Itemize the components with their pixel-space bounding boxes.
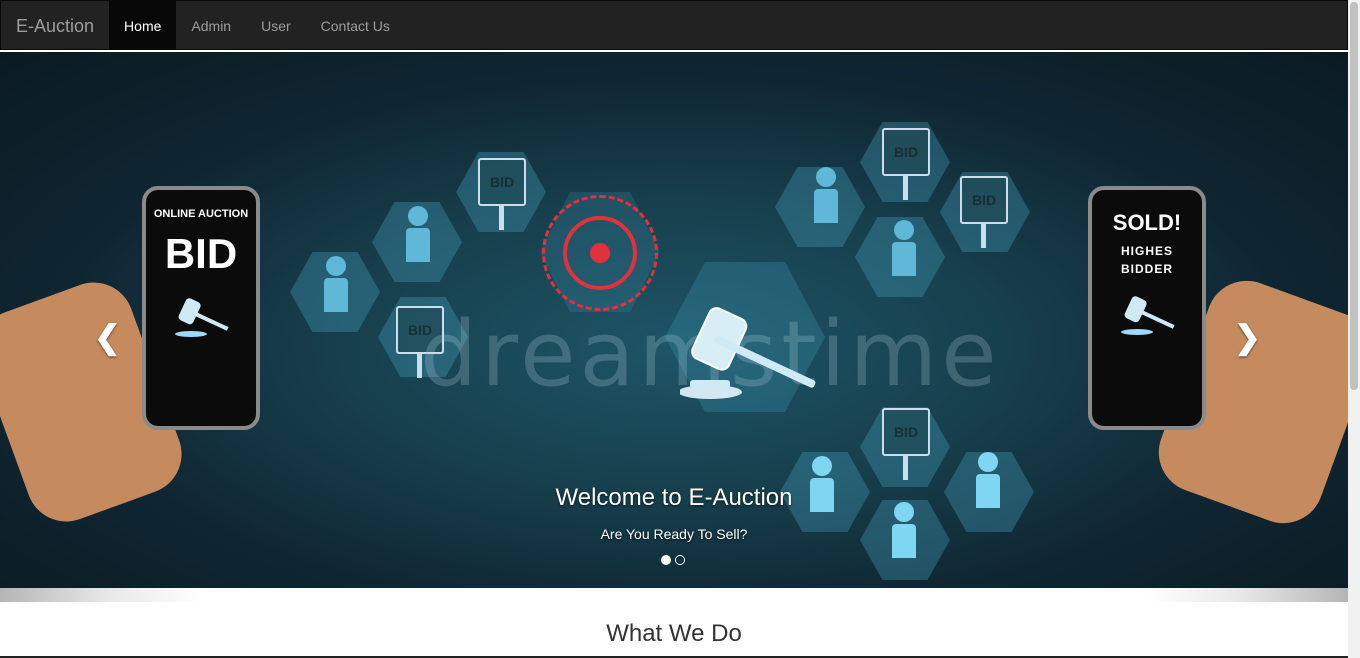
carousel-indicators bbox=[661, 555, 685, 565]
phone-right-line2: HIGHES bbox=[1120, 244, 1173, 258]
target-icon bbox=[542, 195, 658, 311]
carousel-prev-icon[interactable]: ❮ bbox=[94, 318, 121, 356]
page: E-Auction Home Admin User Contact Us BID… bbox=[0, 0, 1360, 658]
nav-item-contact-us[interactable]: Contact Us bbox=[306, 1, 405, 49]
scrollbar-thumb[interactable] bbox=[1350, 2, 1358, 390]
person-icon bbox=[814, 167, 838, 223]
gavel-icon bbox=[1121, 296, 1175, 335]
phone-left: ONLINE AUCTION BID bbox=[142, 186, 260, 430]
nav-item-user[interactable]: User bbox=[246, 1, 306, 49]
person-icon bbox=[324, 256, 348, 312]
carousel-indicator-1[interactable] bbox=[661, 555, 671, 565]
section-title: What We Do bbox=[606, 620, 742, 647]
carousel-indicator-2[interactable] bbox=[675, 555, 685, 565]
bid-sign-icon: BID bbox=[882, 408, 930, 480]
person-icon bbox=[892, 502, 916, 558]
gavel-icon bbox=[175, 298, 229, 337]
phone-right: SOLD! HIGHES BIDDER bbox=[1088, 186, 1206, 430]
caption-title: Welcome to E-Auction bbox=[555, 484, 793, 511]
caption-text: Are You Ready To Sell? bbox=[600, 526, 748, 542]
phone-left-bid: BID bbox=[164, 230, 238, 277]
person-icon bbox=[406, 206, 430, 262]
phone-right-line3: BIDDER bbox=[1120, 262, 1173, 276]
nav-menu: Home Admin User Contact Us bbox=[109, 1, 405, 49]
bid-sign-icon: BID bbox=[960, 176, 1008, 248]
scrollbar[interactable] bbox=[1348, 0, 1360, 658]
person-icon bbox=[892, 220, 916, 276]
section-divider bbox=[0, 588, 1348, 602]
phone-right-sold: SOLD! bbox=[1112, 210, 1182, 235]
nav-item-home[interactable]: Home bbox=[109, 1, 177, 49]
gavel-icon bbox=[680, 307, 816, 399]
navbar: E-Auction Home Admin User Contact Us bbox=[0, 0, 1348, 50]
person-icon bbox=[976, 452, 1000, 508]
carousel-next-icon[interactable]: ❯ bbox=[1234, 318, 1261, 356]
bid-sign-icon: BID bbox=[478, 158, 526, 230]
carousel-caption: Welcome to E-Auction Are You Ready To Se… bbox=[474, 484, 874, 542]
brand-logo[interactable]: E-Auction bbox=[1, 1, 109, 49]
hero-carousel: BID BID BID BID BID dreamstime ONLINE AU… bbox=[0, 52, 1348, 588]
bid-sign-icon: BID bbox=[882, 128, 930, 200]
phone-left-label: ONLINE AUCTION bbox=[153, 208, 249, 220]
nav-item-admin[interactable]: Admin bbox=[176, 1, 246, 49]
